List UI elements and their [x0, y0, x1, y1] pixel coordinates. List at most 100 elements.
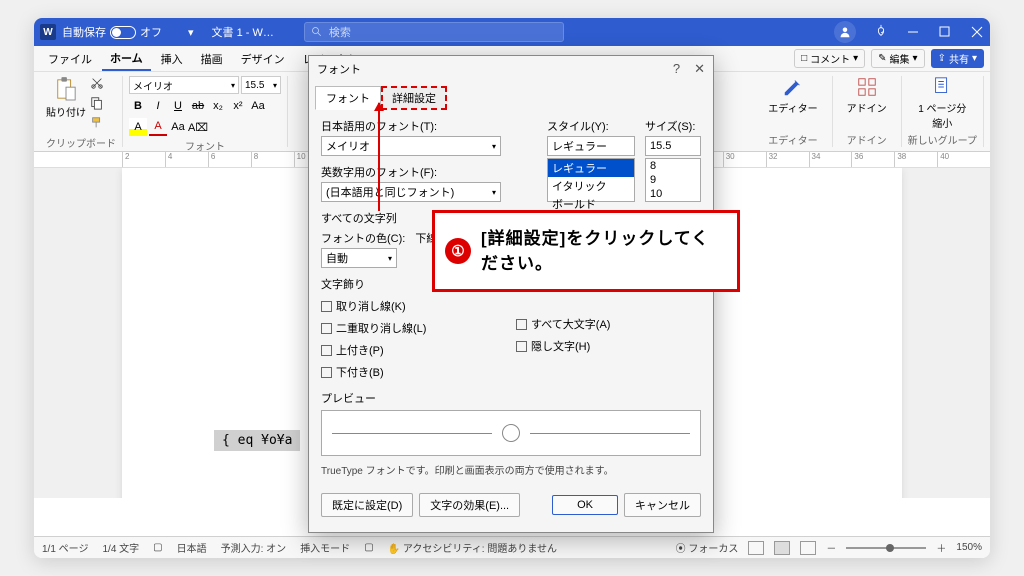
allcaps-check[interactable]: すべて大文字(A)	[516, 316, 701, 332]
clear-format-button[interactable]: A⌧	[189, 118, 207, 136]
dialog-help-button[interactable]: ?	[673, 61, 680, 77]
dialog-footer: 既定に設定(D) 文字の効果(E)... OK キャンセル	[309, 485, 713, 525]
status-focus[interactable]: ⦿ フォーカス	[676, 540, 739, 555]
bold-button[interactable]: B	[129, 97, 147, 115]
edit-button[interactable]: ✎ 編集 ▾	[871, 49, 924, 68]
status-predict[interactable]: 予測入力: オン	[221, 540, 287, 555]
truetype-note: TrueType フォントです。印刷と画面表示の両方で使用されます。	[321, 462, 701, 477]
dialog-tabs: フォント 詳細設定	[309, 82, 713, 110]
zoom-slider[interactable]	[846, 547, 926, 549]
status-a11y[interactable]: ✋ アクセシビリティ: 問題ありません	[388, 540, 557, 555]
highlight-button[interactable]: A	[129, 118, 147, 136]
ok-button[interactable]: OK	[552, 495, 618, 515]
pagezoom-button[interactable]: 1 ページ分 縮小	[908, 76, 977, 130]
qat-more[interactable]: ▾	[188, 26, 194, 39]
status-display-icon[interactable]: ▢	[364, 542, 373, 553]
dialog-titlebar: フォント ? ✕	[309, 56, 713, 82]
dialog-title: フォント	[317, 61, 361, 77]
qat: ▾	[170, 26, 200, 39]
style-list[interactable]: レギュラー イタリック ボールド	[547, 158, 635, 202]
hidden-check[interactable]: 隠し文字(H)	[516, 338, 701, 354]
sub-check[interactable]: 下付き(B)	[321, 364, 506, 380]
strike-check[interactable]: 取り消し線(K)	[321, 298, 506, 314]
status-words[interactable]: 1/4 文字	[102, 540, 139, 555]
dstrike-check[interactable]: 二重取り消し線(L)	[321, 320, 506, 336]
copy-icon[interactable]	[90, 96, 104, 113]
size-list[interactable]: 8 9 10	[645, 158, 701, 202]
case-button[interactable]: Aa	[249, 97, 267, 115]
zoom-in[interactable]: ＋	[936, 540, 946, 555]
font-color-button[interactable]: A	[149, 118, 167, 136]
font-label: フォント	[129, 136, 281, 153]
clipboard-group: 貼り付け クリップボード	[40, 76, 123, 147]
menu-design[interactable]: デザイン	[233, 48, 293, 70]
minimize-button[interactable]	[906, 25, 920, 39]
preview-circle-icon	[502, 424, 520, 442]
status-lang[interactable]: 日本語	[177, 540, 207, 555]
dialog-close-button[interactable]: ✕	[694, 61, 705, 77]
style-input[interactable]: レギュラー	[547, 136, 635, 156]
status-page[interactable]: 1/1 ページ	[42, 540, 88, 555]
doc-title: 文書 1 - W…	[212, 24, 274, 40]
maximize-button[interactable]	[938, 25, 952, 39]
cut-icon[interactable]	[90, 76, 104, 93]
titlebar: W 自動保存 オフ ▾ 文書 1 - W… 検索	[34, 18, 990, 46]
list-item[interactable]: レギュラー	[548, 159, 634, 177]
list-item[interactable]: 8	[646, 159, 700, 173]
tab-advanced[interactable]: 詳細設定	[381, 86, 447, 110]
view-print-icon[interactable]	[774, 541, 790, 555]
sub-button[interactable]: x₂	[209, 97, 227, 115]
list-item[interactable]: イタリック	[548, 177, 634, 195]
callout-arrow	[378, 103, 380, 211]
menu-home[interactable]: ホーム	[102, 47, 151, 71]
view-web-icon[interactable]	[800, 541, 816, 555]
text-effect-button[interactable]: 文字の効果(E)...	[419, 493, 520, 517]
menu-draw[interactable]: 描画	[193, 48, 231, 70]
zoom-out[interactable]: －	[826, 540, 836, 555]
en-font-select[interactable]: (日本語用と同じフォント)▾	[321, 182, 501, 202]
size-label: サイズ(S):	[645, 118, 701, 134]
preview-box	[321, 410, 701, 456]
size-input[interactable]: 15.5	[645, 136, 701, 156]
cancel-button[interactable]: キャンセル	[624, 493, 701, 517]
tab-font[interactable]: フォント	[315, 86, 381, 110]
clipboard-label: クリップボード	[46, 133, 116, 150]
strike-button[interactable]: ab	[189, 97, 207, 115]
jp-font-label: 日本語用のフォント(T):	[321, 118, 537, 134]
font-size-select[interactable]: 15.5▾	[241, 76, 281, 94]
status-insmode[interactable]: 挿入モード	[300, 540, 350, 555]
list-item[interactable]: 9	[646, 173, 700, 187]
autosave[interactable]: 自動保存 オフ	[62, 24, 162, 40]
sup-button[interactable]: x²	[229, 97, 247, 115]
share-button[interactable]: ⇪ 共有 ▾	[931, 49, 984, 68]
close-button[interactable]	[970, 25, 984, 39]
account-icon[interactable]	[834, 21, 856, 43]
underline-button[interactable]: U	[169, 97, 187, 115]
super-check[interactable]: 上付き(P)	[321, 342, 506, 358]
field-code[interactable]: { eq ¥o¥a	[214, 430, 300, 451]
italic-button[interactable]: I	[149, 97, 167, 115]
status-recording-icon[interactable]: ▢	[153, 542, 162, 553]
zoom-value[interactable]: 150%	[956, 542, 982, 553]
font-color-select[interactable]: 自動▾	[321, 248, 397, 268]
statusbar: 1/1 ページ 1/4 文字 ▢ 日本語 予測入力: オン 挿入モード ▢ ✋ …	[34, 536, 990, 558]
addin-button[interactable]: アドイン	[839, 76, 895, 115]
paste-button[interactable]: 貼り付け	[46, 76, 86, 133]
menu-insert[interactable]: 挿入	[153, 48, 191, 70]
format-painter-icon[interactable]	[90, 116, 104, 133]
search-placeholder: 検索	[329, 24, 351, 40]
view-read-icon[interactable]	[748, 541, 764, 555]
font-name-select[interactable]: メイリオ▾	[129, 76, 239, 94]
autosave-toggle[interactable]	[110, 26, 136, 39]
set-default-button[interactable]: 既定に設定(D)	[321, 493, 413, 517]
jp-font-select[interactable]: メイリオ▾	[321, 136, 501, 156]
list-item[interactable]: 10	[646, 187, 700, 201]
editor-button[interactable]: エディター	[760, 76, 825, 115]
comments-button[interactable]: □ コメント ▾	[794, 49, 865, 68]
font-dialog: フォント ? ✕ フォント 詳細設定 日本語用のフォント(T): メイリオ▾ 英…	[308, 55, 714, 533]
help-icon[interactable]	[874, 24, 888, 41]
search-box[interactable]: 検索	[304, 22, 564, 42]
callout-text: [詳細設定]をクリックしてください。	[481, 226, 727, 277]
char-shading-button[interactable]: Aa	[169, 118, 187, 136]
menu-file[interactable]: ファイル	[40, 48, 100, 70]
